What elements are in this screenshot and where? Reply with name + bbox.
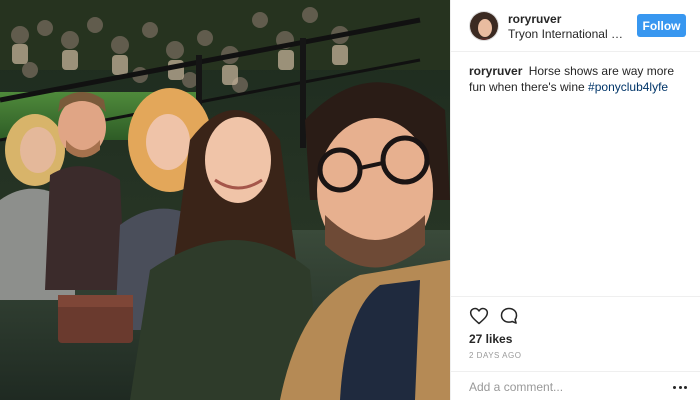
post-header: roryruver Tryon International E... Follo… [451,0,700,52]
add-comment-section [451,371,700,400]
ellipsis-icon[interactable] [673,380,687,394]
selfie-illustration [0,0,450,400]
avatar-image [470,12,498,40]
heart-icon[interactable] [469,306,489,326]
follow-button[interactable]: Follow [637,14,686,37]
dot [678,385,682,389]
caption-hashtag[interactable]: #ponyclub4lyfe [588,80,668,94]
likes-count[interactable]: 27 likes [469,332,512,346]
comment-icon[interactable] [499,306,519,326]
action-bar: 27 likes 2 DAYS AGO [451,296,700,400]
post-side-panel: roryruver Tryon International E... Follo… [450,0,700,400]
comment-input[interactable] [469,378,649,396]
post-timestamp: 2 DAYS AGO [469,351,522,360]
location-link[interactable]: Tryon International E... [508,27,626,41]
caption-username[interactable]: roryruver [469,64,522,78]
dot [684,385,687,389]
avatar[interactable] [469,11,499,41]
header-username[interactable]: roryruver [508,12,561,26]
caption: roryruver Horse shows are way more fun w… [469,63,689,95]
dot [673,385,676,389]
instagram-post: roryruver Tryon International E... Follo… [0,0,700,400]
post-photo[interactable] [0,0,450,400]
